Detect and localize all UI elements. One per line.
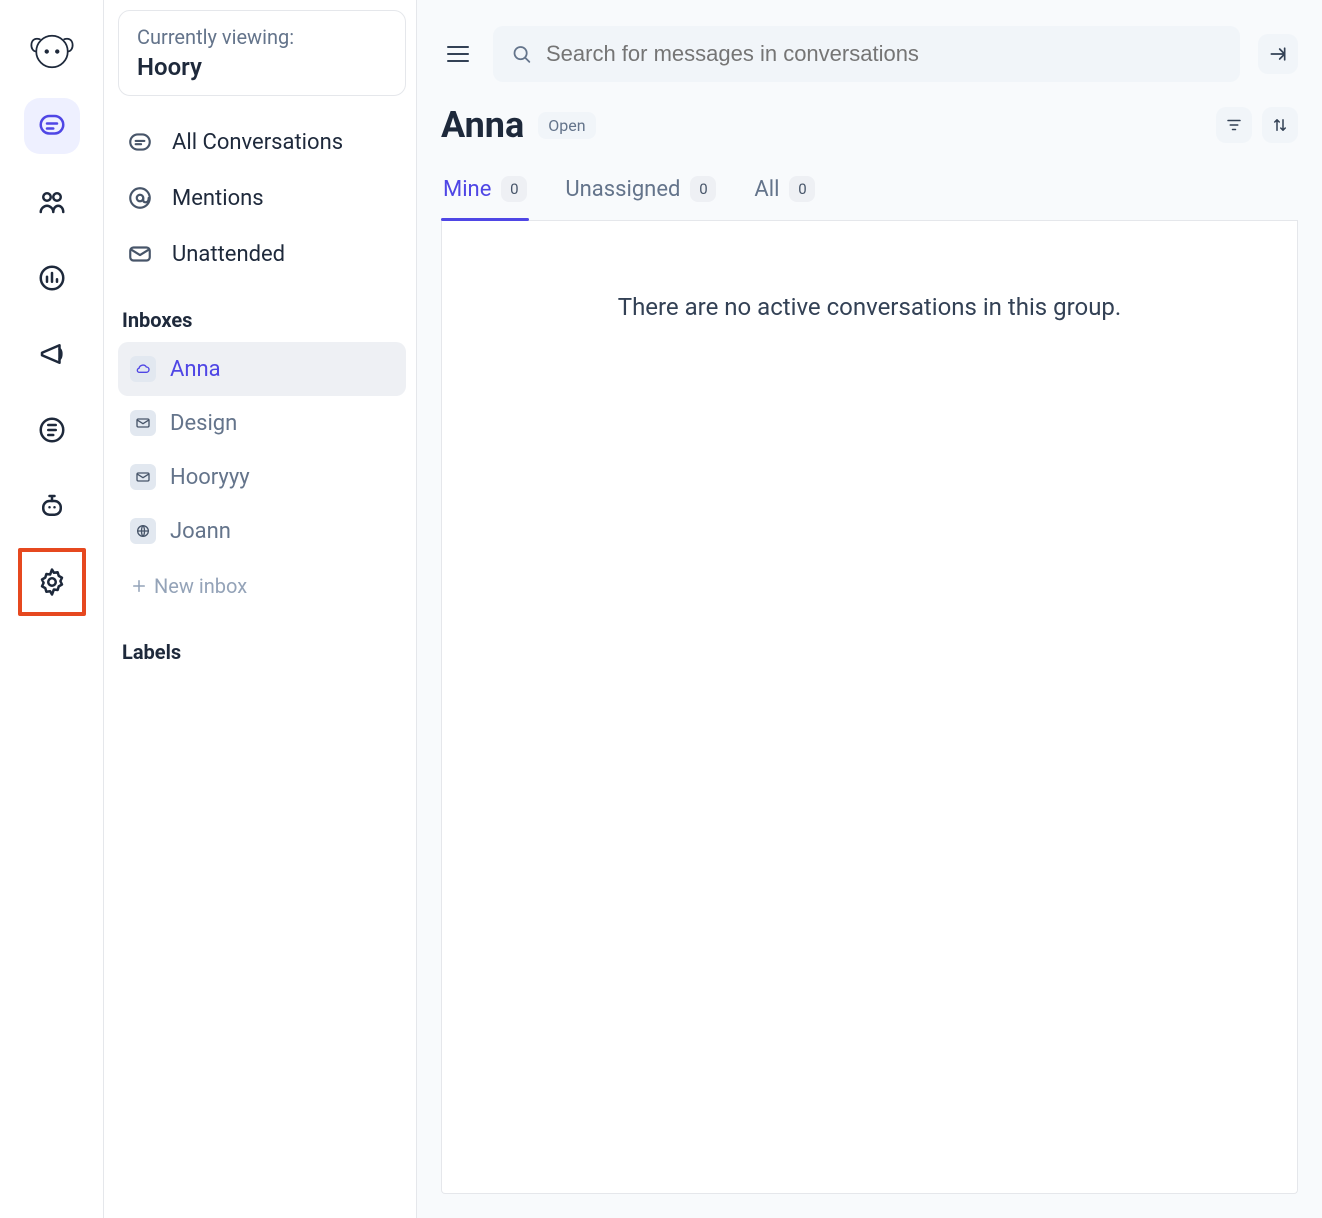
- cloud-icon: [130, 356, 156, 382]
- secondary-sidebar: Currently viewing: Hoory All Conversatio…: [104, 0, 417, 1218]
- tab-count: 0: [501, 176, 527, 202]
- search-icon: [511, 43, 532, 65]
- inbox-item-hooryyy[interactable]: Hooryyy: [118, 450, 406, 504]
- plus-icon: [130, 577, 148, 595]
- inbox-item-joann[interactable]: Joann: [118, 504, 406, 558]
- inbox-label: Anna: [170, 357, 221, 382]
- rail-bot[interactable]: [24, 478, 80, 534]
- sort-icon: [1271, 116, 1289, 134]
- mail-icon: [130, 464, 156, 490]
- empty-state: There are no active conversations in thi…: [618, 293, 1121, 321]
- tab-label: All: [754, 177, 779, 202]
- rail-campaigns[interactable]: [24, 326, 80, 382]
- tab-unassigned[interactable]: Unassigned 0: [563, 168, 718, 220]
- nav-mentions[interactable]: Mentions: [118, 170, 406, 226]
- workspace-name: Hoory: [137, 53, 387, 81]
- status-chip: Open: [538, 112, 595, 139]
- sort-button[interactable]: [1262, 107, 1298, 143]
- new-inbox-label: New inbox: [154, 574, 247, 598]
- workspace-switcher[interactable]: Currently viewing: Hoory: [118, 10, 406, 96]
- rail-contacts[interactable]: [24, 174, 80, 230]
- unattended-icon: [126, 240, 154, 268]
- rail-conversations[interactable]: [24, 98, 80, 154]
- inboxes-title: Inboxes: [118, 282, 406, 342]
- nav-label: All Conversations: [172, 130, 343, 155]
- inbox-item-design[interactable]: Design: [118, 396, 406, 450]
- collapse-panel-button[interactable]: [1258, 34, 1298, 74]
- search-field[interactable]: [493, 26, 1240, 82]
- rail-reports[interactable]: [24, 250, 80, 306]
- main-header: Anna Open Mine 0 Unassigned: [417, 0, 1322, 221]
- page-title: Anna: [441, 104, 524, 146]
- mentions-icon: [126, 184, 154, 212]
- all-conversations-icon: [126, 128, 154, 156]
- filter-button[interactable]: [1216, 107, 1252, 143]
- rail-help-center[interactable]: [24, 402, 80, 458]
- mail-icon: [130, 410, 156, 436]
- tab-count: 0: [789, 176, 815, 202]
- nav-all-conversations[interactable]: All Conversations: [118, 114, 406, 170]
- nav-label: Mentions: [172, 186, 264, 211]
- tab-label: Mine: [443, 177, 491, 202]
- filter-icon: [1225, 116, 1243, 134]
- workspace-label: Currently viewing:: [137, 25, 387, 49]
- new-inbox-button[interactable]: New inbox: [118, 558, 406, 614]
- tab-all[interactable]: All 0: [752, 168, 817, 220]
- tab-count: 0: [690, 176, 716, 202]
- tab-label: Unassigned: [565, 177, 680, 202]
- nav-label: Unattended: [172, 242, 285, 267]
- app-logo: [22, 18, 82, 78]
- nav-unattended[interactable]: Unattended: [118, 226, 406, 282]
- search-input[interactable]: [544, 40, 1222, 68]
- rail-settings[interactable]: [24, 554, 80, 610]
- primary-nav-rail: [0, 0, 104, 1218]
- conversation-list: There are no active conversations in thi…: [441, 221, 1298, 1194]
- inbox-item-anna[interactable]: Anna: [118, 342, 406, 396]
- inbox-label: Joann: [170, 519, 231, 544]
- collapse-icon: [1268, 44, 1288, 64]
- labels-title: Labels: [118, 614, 406, 674]
- globe-icon: [130, 518, 156, 544]
- conversation-tabs: Mine 0 Unassigned 0 All 0: [441, 168, 1298, 221]
- inbox-label: Hooryyy: [170, 465, 250, 490]
- toggle-sidebar-button[interactable]: [441, 40, 475, 68]
- main-panel: Anna Open Mine 0 Unassigned: [417, 0, 1322, 1218]
- tab-mine[interactable]: Mine 0: [441, 168, 529, 220]
- inbox-label: Design: [170, 411, 237, 436]
